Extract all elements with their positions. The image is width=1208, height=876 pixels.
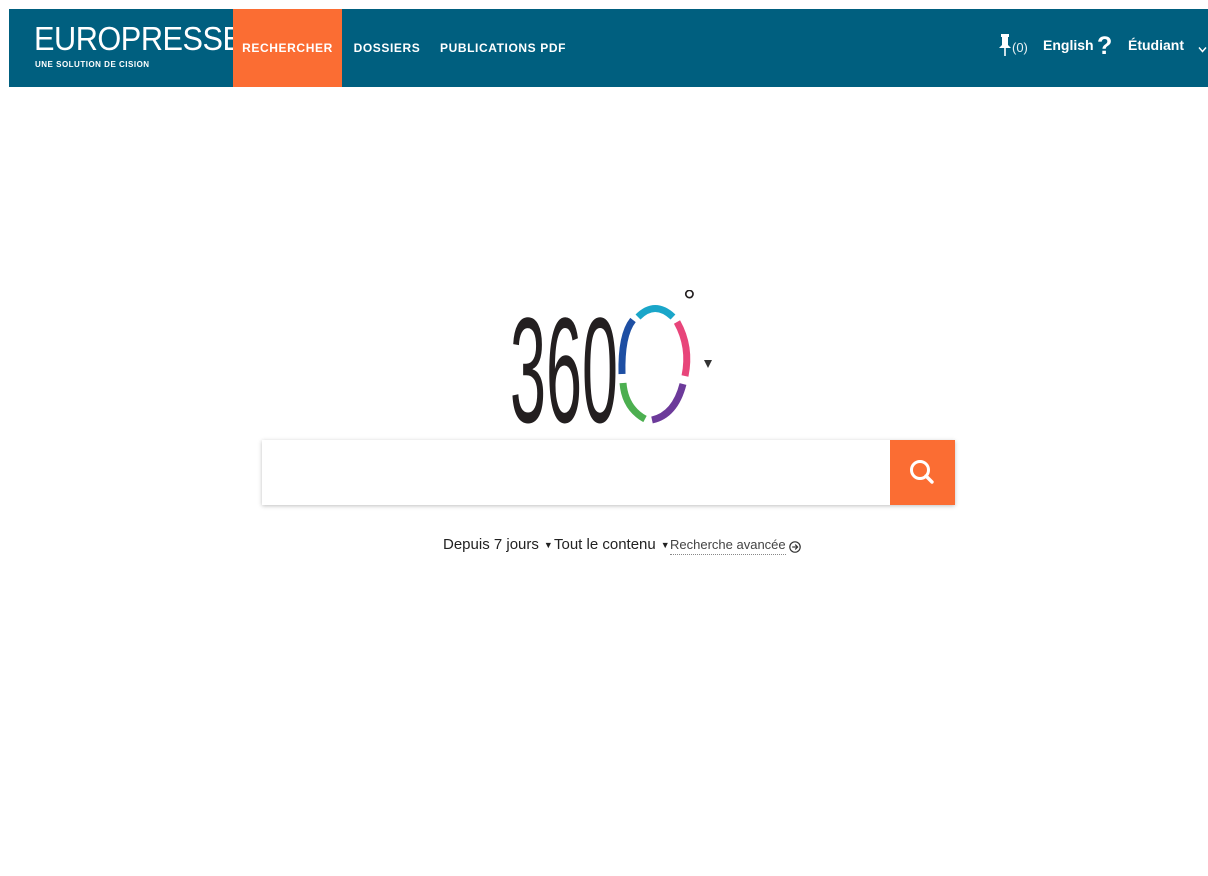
brand-name: EUROPRESSE [34, 20, 243, 57]
user-label: Étudiant [1128, 37, 1184, 53]
europresse-logo[interactable]: EUROPRESSE UNE SOLUTION DE CISION [34, 21, 243, 77]
language-switch-link[interactable]: English [1043, 37, 1094, 53]
caret-down-icon: ▼ [660, 540, 670, 550]
search-icon [890, 460, 955, 508]
caret-down-icon: ▼ [543, 540, 553, 550]
nav-rechercher[interactable]: RECHERCHER [233, 9, 342, 87]
top-navigation-bar: EUROPRESSE UNE SOLUTION DE CISION RECHER… [9, 9, 1208, 87]
period-label: Depuis 7 jours [443, 536, 539, 553]
nav-publications-pdf[interactable]: PUBLICATIONS PDF [437, 9, 569, 87]
search-input[interactable] [262, 440, 890, 505]
pinned-count: (0) [1012, 39, 1028, 55]
help-icon[interactable]: ? [1097, 31, 1112, 61]
search-button[interactable] [890, 440, 955, 505]
pinned-documents-button[interactable]: (0) [999, 33, 1028, 61]
period-dropdown[interactable]: Depuis 7 jours ▼ [443, 535, 553, 555]
content-label: Tout le contenu [554, 536, 656, 553]
nav-dossiers[interactable]: DOSSIERS [350, 9, 424, 87]
content-dropdown[interactable]: Tout le contenu ▼ [554, 535, 670, 555]
logo-ring [618, 305, 691, 424]
advanced-search-link[interactable]: Recherche avancée [670, 536, 801, 555]
chevron-down-icon [1198, 41, 1207, 53]
arrow-circle-right-icon [788, 540, 801, 553]
pin-icon [999, 33, 1011, 61]
logo-360-text: 360 [510, 290, 618, 430]
page: EUROPRESSE UNE SOLUTION DE CISION RECHER… [0, 0, 1208, 876]
search-bar [262, 440, 955, 505]
logo-caret-icon [704, 360, 712, 368]
advanced-search-label: Recherche avancée [670, 536, 786, 555]
brand-tagline: UNE SOLUTION DE CISION [35, 60, 150, 69]
logo-360-selector[interactable]: 360 ° [505, 283, 720, 454]
logo-degree: ° [683, 290, 696, 319]
user-menu[interactable]: Étudiant [1128, 37, 1207, 53]
